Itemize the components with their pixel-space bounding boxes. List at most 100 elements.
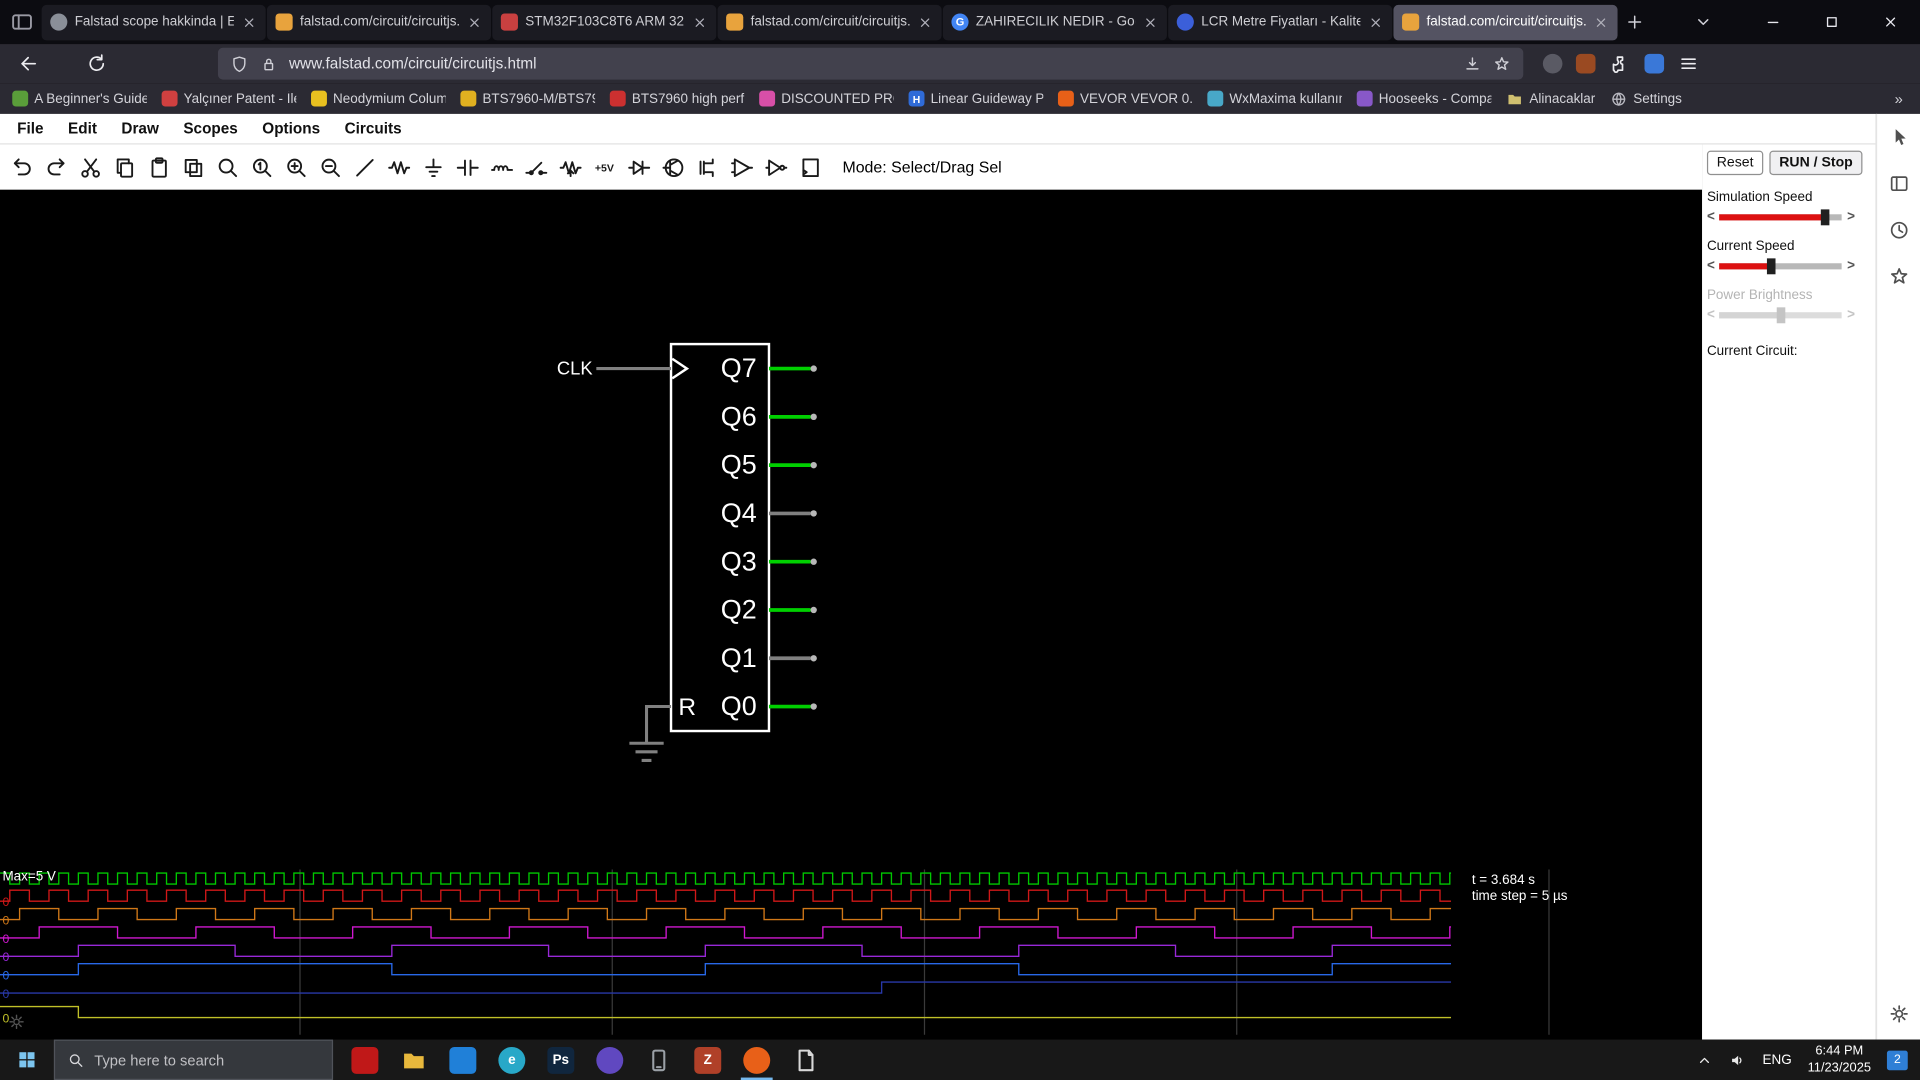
tab-list-chevron-button[interactable] [1687, 6, 1719, 38]
browser-tab[interactable]: LCR Metre Fiyatları - Kaliteli Mar [1168, 4, 1393, 40]
url-bar[interactable]: www.falstad.com/circuit/circuitjs.html [217, 47, 1524, 80]
slider-left-arrow[interactable]: < [1707, 307, 1715, 322]
bookmark-item[interactable]: BTS7960 high perform... [609, 90, 744, 107]
bookmark-item[interactable]: H Linear Guideway PRO... [908, 90, 1043, 107]
extensions-puzzle-button[interactable] [1609, 53, 1631, 75]
dff-icon[interactable] [798, 155, 822, 179]
browser-tab[interactable]: falstad.com/circuit/circuitjs.htm [1393, 4, 1618, 40]
extension-button-2[interactable] [1575, 53, 1596, 74]
menu-item-edit[interactable]: Edit [61, 120, 105, 137]
app-doc-taskbar-button[interactable] [781, 1040, 830, 1080]
new-tab-button[interactable] [1619, 6, 1651, 38]
switch-icon[interactable] [524, 155, 548, 179]
url-text[interactable]: www.falstad.com/circuit/circuitjs.html [289, 55, 1452, 72]
sidebar-panels-icon[interactable] [1888, 173, 1910, 195]
window-minimize-button[interactable] [1744, 0, 1803, 44]
inductor-icon[interactable] [490, 155, 514, 179]
app-red-taskbar-button[interactable] [340, 1040, 389, 1080]
menu-item-draw[interactable]: Draw [114, 120, 166, 137]
potentiometer-icon[interactable] [558, 155, 582, 179]
ground-symbol[interactable] [629, 741, 664, 762]
back-button[interactable] [17, 53, 39, 75]
tab-close-icon[interactable] [1142, 14, 1158, 30]
window-maximize-button[interactable] [1802, 0, 1861, 44]
app-media-taskbar-button[interactable] [585, 1040, 634, 1080]
pin-terminal-q2[interactable] [810, 606, 817, 614]
bookmark-item[interactable]: Yalçıner Patent - İletişi... [161, 90, 296, 107]
scope-settings-gear-icon[interactable] [7, 1013, 25, 1031]
menu-item-scopes[interactable]: Scopes [176, 120, 245, 137]
zoom-out-icon[interactable] [318, 155, 342, 179]
app-z-taskbar-button[interactable]: Z [683, 1040, 732, 1080]
bookmark-item[interactable]: BTS7960-M/BTS7960 b... [460, 90, 595, 107]
slider-thumb[interactable] [1766, 257, 1776, 274]
ground-icon[interactable] [421, 155, 445, 179]
slider-right-arrow[interactable]: > [1847, 307, 1855, 322]
slider-right-arrow[interactable]: > [1847, 209, 1855, 224]
copy-icon[interactable] [113, 155, 137, 179]
pointer-tool-icon[interactable] [1888, 126, 1910, 148]
tab-close-icon[interactable] [467, 14, 483, 30]
firefox-view-icon[interactable] [10, 10, 34, 34]
pin-terminal-q0[interactable] [810, 703, 817, 710]
current-speed-slider[interactable] [1719, 257, 1843, 274]
paste-icon[interactable] [147, 155, 171, 179]
menu-item-file[interactable]: File [10, 120, 51, 137]
slider-left-arrow[interactable]: < [1707, 258, 1715, 273]
menu-hamburger-button[interactable] [1678, 53, 1700, 75]
mosfet-icon[interactable] [696, 155, 720, 179]
pin-terminal-q1[interactable] [810, 655, 817, 662]
bookmark-item[interactable]: Hooseeks - Compare ... [1356, 90, 1491, 107]
history-clock-icon[interactable] [1888, 219, 1910, 241]
pin-terminal-q7[interactable] [810, 365, 817, 372]
simulation-speed-slider[interactable] [1719, 208, 1843, 225]
menu-item-options[interactable]: Options [255, 120, 328, 137]
zoom-in-icon[interactable] [284, 155, 308, 179]
circuit-canvas[interactable]: CLK Q7 Q6 Q5 Q4 Q3 Q2 Q1 Q0 R 0 0 0 0 0 0 0 Max=5 Vt = 3… [0, 189, 1703, 1040]
browser-tab[interactable]: Falstad scope hakkinda | Elektro [41, 4, 266, 40]
edge-browser-taskbar-button[interactable]: e [487, 1040, 536, 1080]
slider-left-arrow[interactable]: < [1707, 209, 1715, 224]
reset-wire[interactable] [644, 704, 672, 744]
zoom-100-icon[interactable] [250, 155, 274, 179]
diode-icon[interactable] [627, 155, 651, 179]
pin-terminal-q4[interactable] [810, 510, 817, 517]
reset-button[interactable]: Reset [1706, 150, 1764, 176]
transistor-icon[interactable] [661, 155, 685, 179]
bookmark-item[interactable]: Neodymium Columns... [311, 90, 446, 107]
plus-5v-icon[interactable]: +5V [593, 155, 617, 179]
lock-icon[interactable] [260, 54, 278, 72]
slider-right-arrow[interactable]: > [1847, 258, 1855, 273]
photoshop-taskbar-button[interactable]: Ps [536, 1040, 585, 1080]
tab-close-icon[interactable] [1593, 14, 1609, 30]
slider-thumb[interactable] [1820, 208, 1830, 225]
extension-button-1[interactable] [1542, 53, 1563, 74]
sidebar-extension-button[interactable] [1644, 53, 1665, 74]
bookmark-item[interactable]: A Beginner's Guide To ... [12, 90, 147, 107]
bookmarks-overflow-chevron[interactable]: » [1895, 90, 1908, 107]
app-blue-taskbar-button[interactable] [438, 1040, 487, 1080]
bookmark-star-button[interactable] [1493, 54, 1511, 72]
pin-terminal-q6[interactable] [810, 413, 817, 421]
scope-panel[interactable]: 0000000Max=5 Vt = 3.684 stime step = 5 µ… [0, 869, 1702, 1039]
window-close-button[interactable] [1861, 0, 1920, 44]
firefox-taskbar-button[interactable] [732, 1040, 781, 1080]
browser-tab[interactable]: STM32F103C8T6 ARM 32 Corte [492, 4, 717, 40]
duplicate-icon[interactable] [181, 155, 205, 179]
reload-button[interactable] [86, 53, 108, 75]
browser-tab[interactable]: falstad.com/circuit/circuitjs.htm [717, 4, 942, 40]
pin-terminal-q3[interactable] [810, 558, 817, 565]
browser-tab[interactable]: falstad.com/circuit/circuitjs.htm [266, 4, 492, 40]
browser-tab[interactable]: G ZAHIRECILIK NEDIR - Google'da [942, 4, 1167, 40]
bookmarks-star-icon[interactable] [1888, 266, 1910, 288]
bookmark-item[interactable]: Settings [1610, 90, 1682, 107]
language-indicator[interactable]: ENG [1762, 1052, 1791, 1067]
taskbar-clock[interactable]: 6:44 PM 11/23/2025 [1808, 1044, 1871, 1076]
start-button[interactable] [0, 1040, 54, 1080]
your-phone-taskbar-button[interactable] [634, 1040, 683, 1080]
inverter-icon[interactable] [764, 155, 788, 179]
tab-close-icon[interactable] [241, 14, 257, 30]
file-explorer-taskbar-button[interactable] [389, 1040, 438, 1080]
menu-item-circuits[interactable]: Circuits [337, 120, 409, 137]
circuit-drawing[interactable]: CLK Q7 Q6 Q5 Q4 Q3 Q2 Q1 Q0 R [0, 190, 1702, 870]
